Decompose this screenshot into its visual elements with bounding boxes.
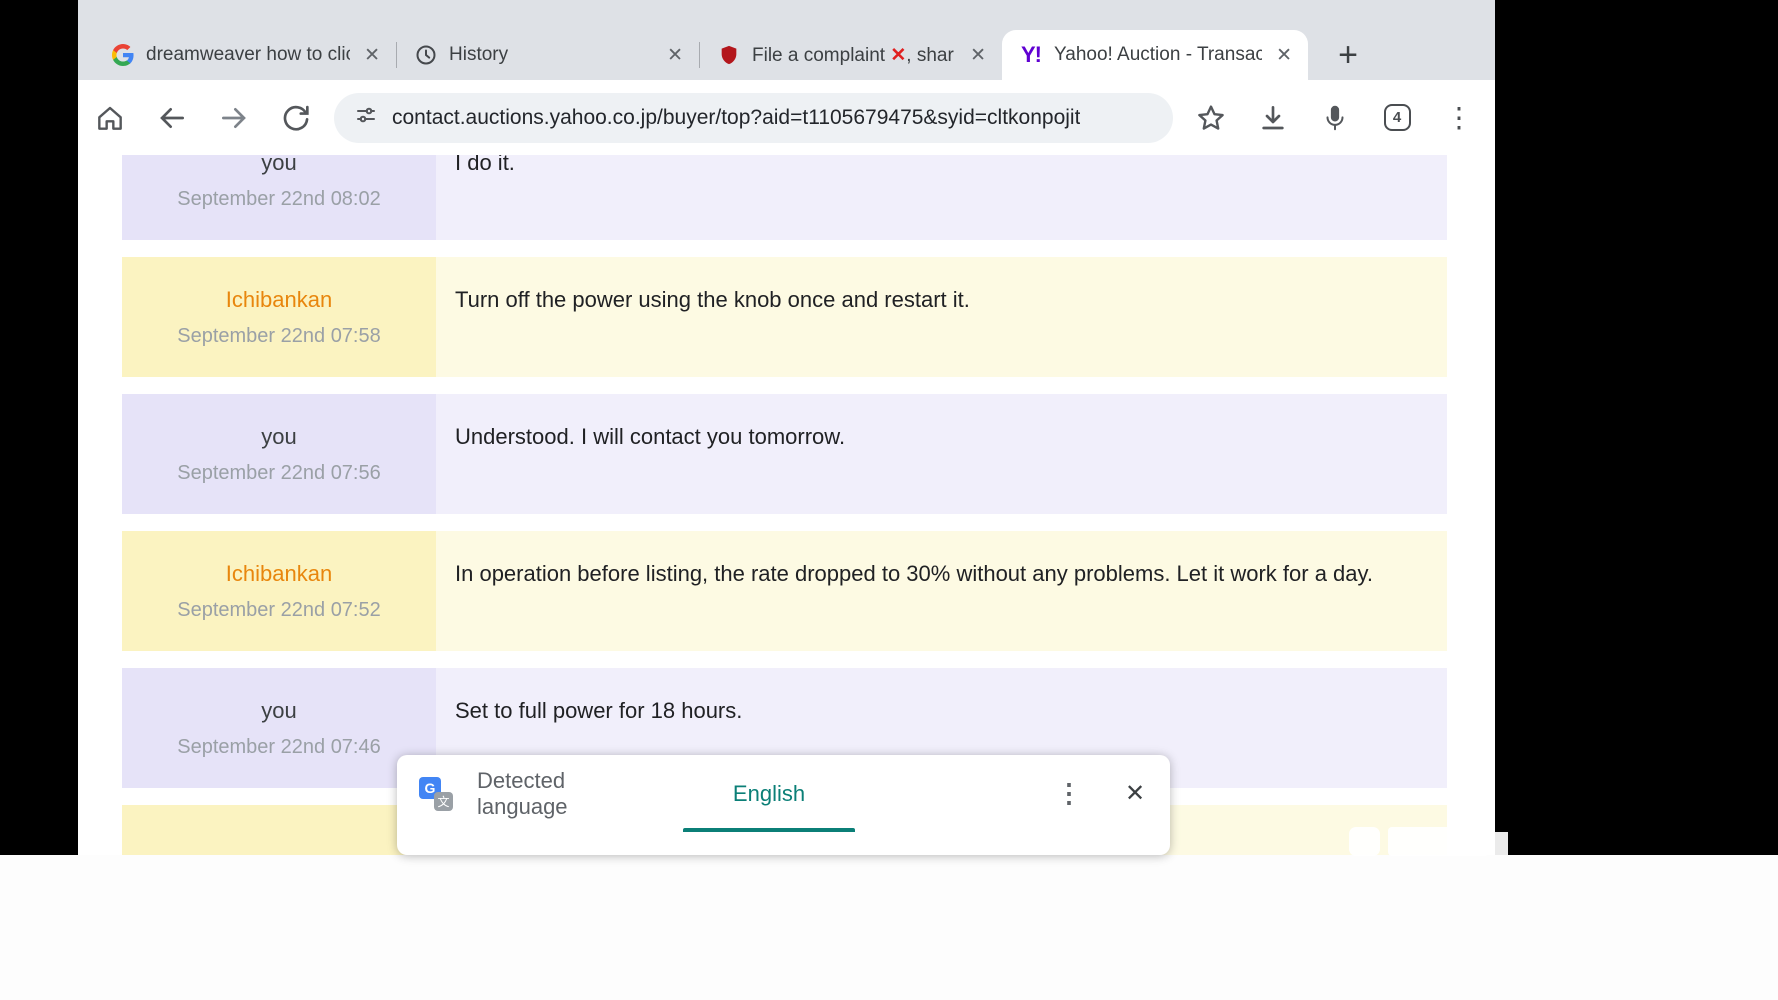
tab-title: dreamweaver how to clic: [146, 44, 350, 66]
message-text: I do it.: [436, 155, 1447, 240]
message-text: Understood. I will contact you tomorrow.: [436, 394, 1447, 514]
yahoo-favicon-icon: Y!: [1018, 42, 1044, 68]
chat-message-row: you September 22nd 07:56 Understood. I w…: [122, 394, 1447, 514]
translate-close-icon[interactable]: ✕: [1111, 769, 1159, 817]
sender-cell: [122, 805, 436, 855]
microphone-icon[interactable]: [1311, 94, 1359, 142]
sender-name: Ichibankan: [122, 561, 436, 587]
watermark-block: [1495, 832, 1508, 855]
forward-button[interactable]: [210, 94, 258, 142]
timestamp: September 22nd 08:02: [122, 188, 436, 211]
three-dot-menu-icon: ⋮: [1445, 104, 1473, 132]
chat-message-row: you September 22nd 08:02 I do it.: [122, 155, 1447, 240]
site-settings-icon[interactable]: [354, 103, 378, 132]
browser-window: dreamweaver how to clic ✕ History ✕: [78, 0, 1495, 855]
chat-area: you September 22nd 08:02 I do it. Ichiba…: [78, 155, 1495, 855]
sender-cell: Ichibankan September 22nd 07:52: [122, 531, 436, 651]
reload-button[interactable]: [272, 94, 320, 142]
timestamp: September 22nd 07:58: [122, 325, 436, 348]
menu-button[interactable]: ⋮: [1435, 94, 1483, 142]
red-x-glyph: ✕: [890, 45, 906, 66]
tab-close-icon[interactable]: ✕: [360, 42, 384, 69]
tab-close-icon[interactable]: ✕: [663, 42, 687, 69]
translate-options-icon[interactable]: ⋮: [1045, 769, 1093, 817]
message-text: In operation before listing, the rate dr…: [436, 531, 1447, 651]
tab-history[interactable]: History ✕: [397, 30, 699, 80]
tab-strip: dreamweaver how to clic ✕ History ✕: [78, 0, 1495, 80]
tab-switcher-button[interactable]: 4: [1373, 94, 1421, 142]
tab-file-complaint[interactable]: File a complaint ✕, shar ✕: [700, 30, 1002, 80]
history-icon: [413, 42, 439, 68]
address-bar[interactable]: contact.auctions.yahoo.co.jp/buyer/top?a…: [334, 93, 1173, 143]
google-favicon-icon: [110, 42, 136, 68]
translate-bun-square: 文: [434, 792, 453, 811]
tab-title: File a complaint ✕, shar: [752, 44, 956, 67]
letterbox-right: [1495, 0, 1778, 855]
translate-target-tab[interactable]: English: [683, 755, 855, 832]
message-text: Turn off the power using the knob once a…: [436, 257, 1447, 377]
sender-name: Ichibankan: [122, 287, 436, 313]
sender-cell: you September 22nd 07:56: [122, 394, 436, 514]
tab-dreamweaver[interactable]: dreamweaver how to clic ✕: [94, 30, 396, 80]
browser-toolbar: contact.auctions.yahoo.co.jp/buyer/top?a…: [78, 80, 1495, 155]
timestamp: September 22nd 07:46: [122, 736, 436, 759]
download-button[interactable]: [1249, 94, 1297, 142]
tab-yahoo-auction[interactable]: Y! Yahoo! Auction - Transac ✕: [1002, 30, 1308, 80]
watermark-block: [1349, 827, 1380, 856]
sender-name: you: [122, 424, 436, 450]
tab-title: Yahoo! Auction - Transac: [1054, 44, 1262, 66]
chat-message-row: Ichibankan September 22nd 07:52 In opera…: [122, 531, 1447, 651]
home-button[interactable]: [86, 94, 134, 142]
watermark-block: [1388, 827, 1489, 856]
translate-source-tab[interactable]: Detected language: [477, 755, 649, 832]
timestamp: September 22nd 07:52: [122, 599, 436, 622]
shield-icon: [716, 42, 742, 68]
translate-active-underline: [683, 828, 855, 832]
sender-name: you: [122, 155, 436, 176]
chat-message-row: Ichibankan September 22nd 07:58 Turn off…: [122, 257, 1447, 377]
tab-close-icon[interactable]: ✕: [1272, 42, 1296, 69]
translate-bar: G 文 Detected language English ⋮ ✕: [397, 755, 1170, 855]
bookmark-star-button[interactable]: [1187, 94, 1235, 142]
new-tab-button[interactable]: +: [1324, 30, 1372, 80]
sender-name: you: [122, 698, 436, 724]
tab-count: 4: [1384, 104, 1411, 131]
sender-cell: you September 22nd 08:02: [122, 155, 436, 240]
sender-cell: you September 22nd 07:46: [122, 668, 436, 788]
tab-title: History: [449, 44, 653, 66]
back-button[interactable]: [148, 94, 196, 142]
tab-close-icon[interactable]: ✕: [966, 42, 990, 69]
google-translate-icon: G 文: [419, 777, 453, 811]
letterbox-left: [0, 0, 78, 855]
timestamp: September 22nd 07:56: [122, 462, 436, 485]
url-text[interactable]: contact.auctions.yahoo.co.jp/buyer/top?a…: [392, 106, 1080, 130]
sender-cell: Ichibankan September 22nd 07:58: [122, 257, 436, 377]
